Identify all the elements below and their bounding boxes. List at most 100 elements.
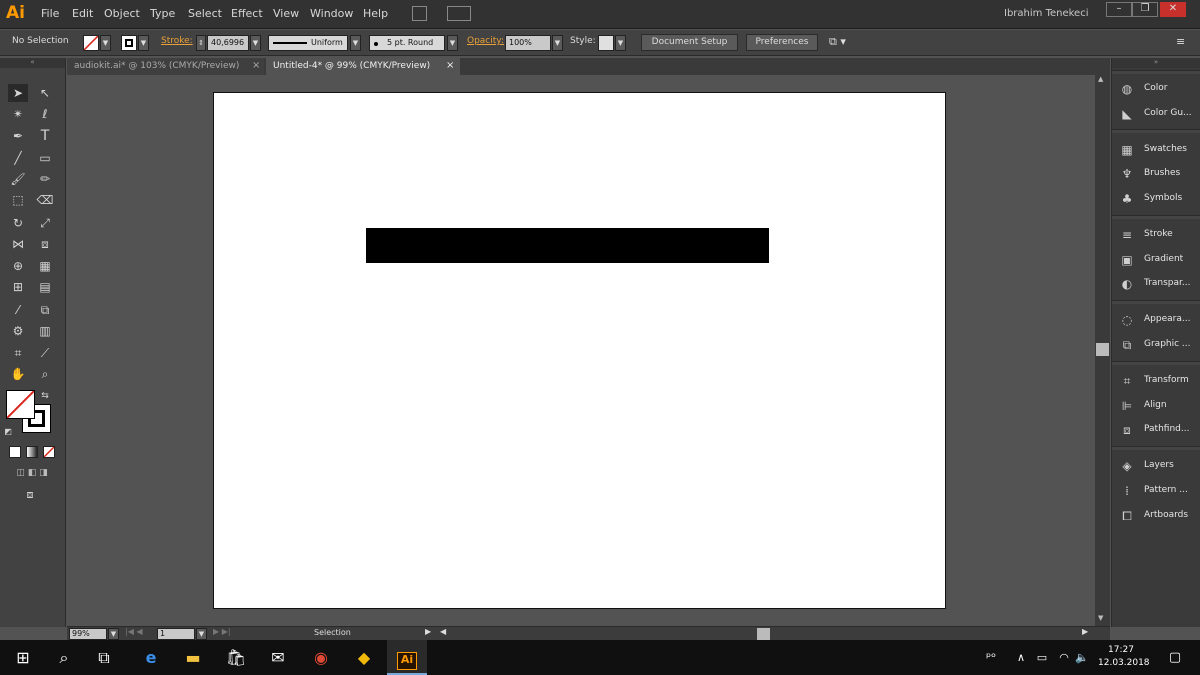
zoom-dropdown[interactable]: ▼ [108,628,119,640]
close-button[interactable]: ✕ [1160,2,1186,17]
mesh-tool-icon[interactable]: ⊞ [8,278,28,296]
artboard-prev-icons[interactable]: |◀ ◀ [125,627,143,636]
artboard-dropdown[interactable]: ▼ [196,628,207,640]
panel-artboards[interactable]: ⧠ Artboards [1112,504,1200,528]
minimize-button[interactable]: – [1106,2,1132,17]
hscroll-right-icon[interactable]: ▶ [1082,627,1088,636]
hand-tool-icon[interactable]: ✋ [8,365,28,383]
black-rectangle-shape[interactable] [366,228,769,263]
mail-icon[interactable]: ✉ [258,640,298,675]
shape-builder-tool-icon[interactable]: ⊕ [8,257,28,275]
rotate-tool-icon[interactable]: ↻ [8,214,28,232]
drawing-modes-icon[interactable]: ◫ ◧ ◨ [7,464,57,482]
network-icon[interactable]: ◠ [1055,640,1073,675]
opacity-label-link[interactable]: Opacity: [467,36,504,46]
people-icon[interactable]: ᵖᵒ [971,640,1011,675]
artboard-next-icons[interactable]: ▶ ▶| [213,627,231,636]
width-tool-icon[interactable]: ⋈ [8,235,28,253]
artboard-tool-icon[interactable]: ⌗ [8,344,28,362]
zoom-level-input[interactable]: 99% [69,628,107,640]
start-windows-icon[interactable]: ⊞ [3,640,43,675]
canvas-area[interactable] [67,75,1095,626]
panel-layers[interactable]: ◈ Layers [1112,454,1200,478]
menu-effect[interactable]: Effect [231,7,263,20]
eraser-tool-icon[interactable]: ⌫ [35,191,55,209]
blob-brush-tool-icon[interactable]: ⬚ [8,191,28,209]
battery-icon[interactable]: ▭ [1033,640,1051,675]
document-setup-button[interactable]: Document Setup [641,34,738,51]
fill-swatch[interactable] [83,35,99,51]
menu-view[interactable]: View [273,7,299,20]
fill-dropdown[interactable]: ▼ [100,35,111,51]
magic-wand-tool-icon[interactable]: ✴ [8,105,28,123]
arrange-icon[interactable]: ⧉ ▾ [829,35,846,49]
menu-object[interactable]: Object [104,7,140,20]
stroke-weight-dropdown[interactable]: ▼ [250,35,261,51]
user-name[interactable]: Ibrahim Tenekeci [1004,8,1089,19]
scroll-thumb[interactable] [1096,343,1109,356]
menu-edit[interactable]: Edit [72,7,93,20]
status-menu-icon[interactable]: ▶ [425,627,431,636]
panel-brushes[interactable]: ♆ Brushes [1112,162,1200,186]
tab-audiokit[interactable]: audiokit.ai* @ 103% (CMYK/Preview) × [67,58,264,75]
stroke-swatch[interactable] [121,35,137,51]
file-explorer-icon[interactable]: ▬ [173,640,213,675]
panel-align[interactable]: ⊫ Align [1112,394,1200,418]
scroll-up-icon[interactable]: ▲ [1098,75,1103,83]
search-icon[interactable]: ⌕ [44,640,84,675]
slice-tool-icon[interactable]: ⟋ [35,344,55,362]
panel-swatches[interactable]: ▦ Swatches [1112,138,1200,162]
illustrator-taskbar-icon[interactable]: Ai [387,640,427,675]
panel-gradient[interactable]: ▣ Gradient [1112,248,1200,272]
tab-close-icon[interactable]: × [446,58,454,74]
symbol-sprayer-tool-icon[interactable]: ⚙ [8,322,28,340]
chrome-icon[interactable]: ◉ [301,640,341,675]
stroke-label-link[interactable]: Stroke: [161,36,193,46]
panel-graphic-styles[interactable]: ⧉ Graphic ... [1112,333,1200,357]
scale-tool-icon[interactable]: ⤢ [35,214,55,232]
panel-appearance[interactable]: ◌ Appeara... [1112,308,1200,332]
panel-pathfinder[interactable]: ⧈ Pathfind... [1112,418,1200,442]
default-colors-icon[interactable]: ◩ [2,423,14,441]
hscroll-left-icon[interactable]: ◀ [440,627,446,636]
menu-type[interactable]: Type [150,7,175,20]
stroke-dropdown[interactable]: ▼ [138,35,149,51]
tab-untitled-4[interactable]: Untitled-4* @ 99% (CMYK/Preview) × [266,58,460,75]
panel-pattern-options[interactable]: ⁞ Pattern ... [1112,479,1200,503]
variable-width-profile[interactable]: Uniform [268,35,348,51]
profile-dropdown[interactable]: ▼ [350,35,361,51]
style-dropdown[interactable]: ▼ [615,35,626,51]
brush-dropdown[interactable]: ▼ [447,35,458,51]
blend-tool-icon[interactable]: ⧉ [35,301,55,319]
free-transform-tool-icon[interactable]: ⧈ [35,235,55,253]
brush-definition[interactable]: 5 pt. Round [369,35,445,51]
perspective-grid-tool-icon[interactable]: ▦ [35,257,55,275]
type-tool-icon[interactable]: T [35,127,55,145]
notifications-icon[interactable]: ▢ [1155,640,1195,675]
artboard-number-input[interactable]: 1 [157,628,195,640]
graphic-style-swatch[interactable] [598,35,614,51]
gradient-tool-icon[interactable]: ▤ [35,278,55,296]
color-mode-icon[interactable] [9,446,21,458]
paintbrush-tool-icon[interactable]: 🖌 [8,170,28,188]
store-icon[interactable]: 🛍 [216,640,256,675]
panel-symbols[interactable]: ♣ Symbols [1112,187,1200,211]
rectangle-tool-icon[interactable]: ▭ [35,149,55,167]
menu-select[interactable]: Select [188,7,222,20]
taskbar-clock[interactable]: 17:27 12.03.2018 [1098,644,1150,670]
fill-color-box[interactable] [6,390,35,419]
panel-menu-icon[interactable]: ≡ [1176,35,1185,48]
opacity-dropdown[interactable]: ▼ [552,35,563,51]
swap-colors-icon[interactable]: ⇆ [38,387,52,405]
none-mode-icon[interactable] [43,446,55,458]
artboard[interactable] [213,92,946,609]
vertical-scrollbar[interactable]: ▲ ▼ [1095,75,1110,626]
lasso-tool-icon[interactable]: ℓ [35,105,55,123]
preferences-button[interactable]: Preferences [746,34,818,51]
bridge-icon[interactable] [412,6,427,21]
screen-mode-icon[interactable]: ⧈ [20,486,40,504]
column-graph-tool-icon[interactable]: ▥ [35,322,55,340]
line-segment-tool-icon[interactable]: ╱ [8,149,28,167]
direct-selection-tool-icon[interactable]: ↖ [35,84,55,102]
show-hidden-icons[interactable]: ∧ [1014,640,1028,675]
